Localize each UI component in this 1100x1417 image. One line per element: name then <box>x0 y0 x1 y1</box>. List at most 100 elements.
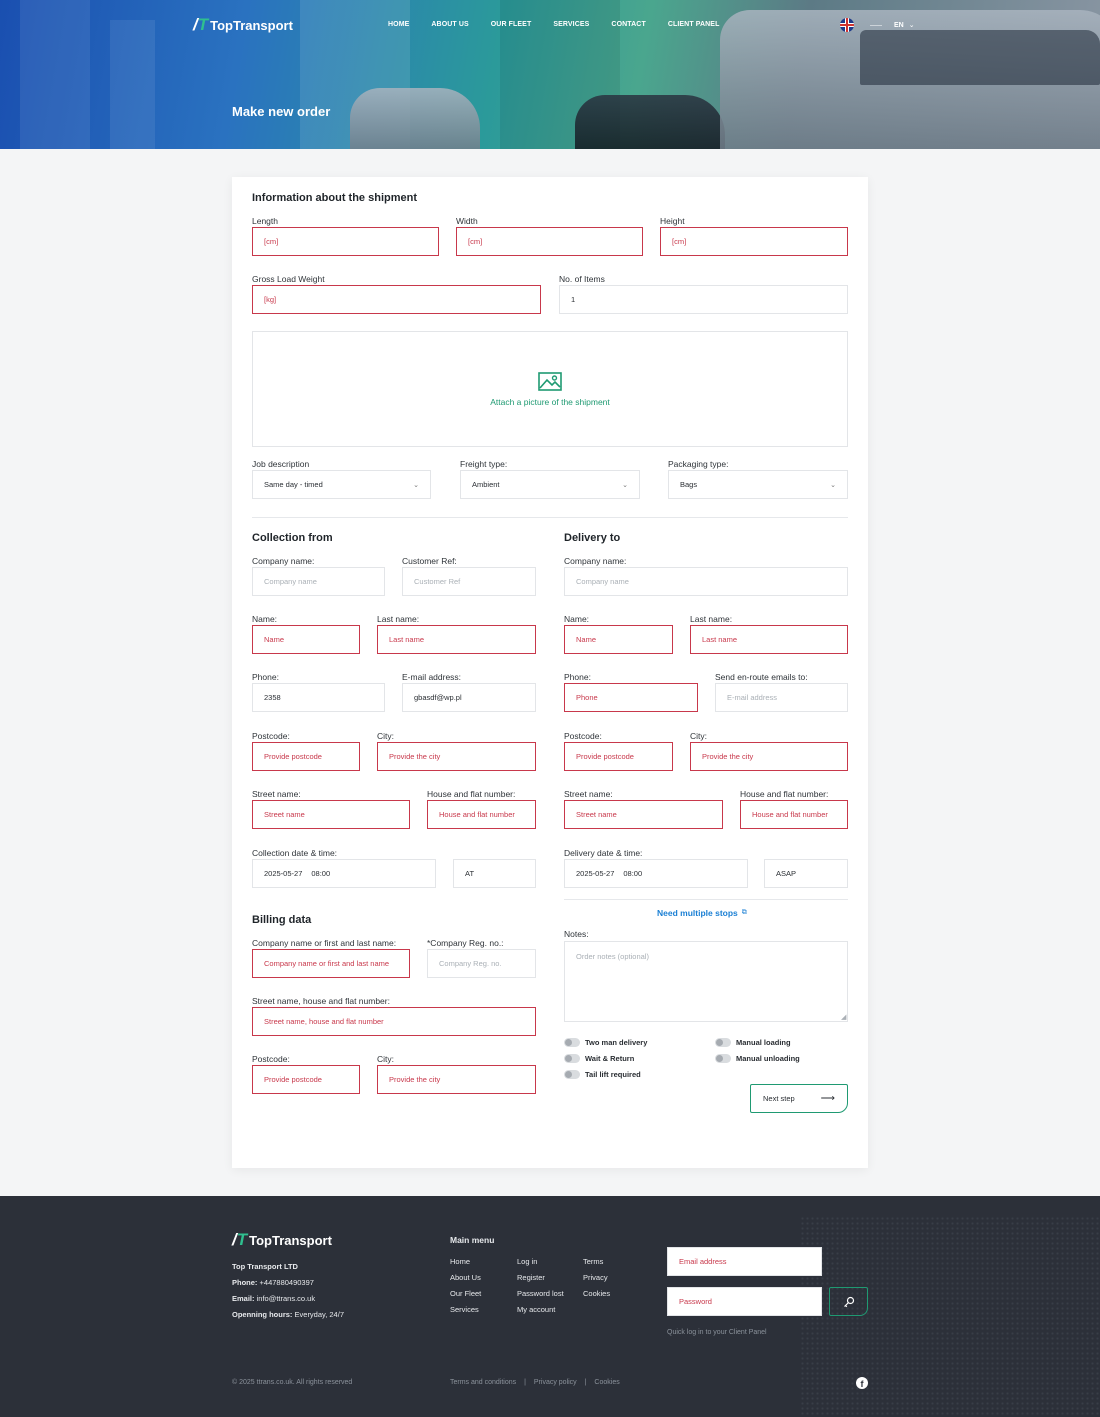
collection-city-input[interactable]: Provide the city <box>377 742 536 771</box>
toggle-switch <box>564 1054 580 1063</box>
logo-mark: /T <box>232 1230 248 1249</box>
footer-link-fleet[interactable]: Our Fleet <box>450 1289 481 1298</box>
height-input[interactable]: [cm] <box>660 227 848 256</box>
attach-picture-dropzone[interactable]: Attach a picture of the shipment <box>252 331 848 447</box>
lang-code: EN <box>894 21 904 29</box>
logo-mark: /T <box>193 15 209 34</box>
header-logo[interactable]: /T TopTransport <box>193 15 293 35</box>
billing-company-input[interactable]: Company name or first and last name <box>252 949 410 978</box>
collection-name-label: Name: <box>252 614 278 624</box>
footer-link-about[interactable]: About Us <box>450 1273 481 1282</box>
footer-hours: Openning hours: Everyday, 24/7 <box>232 1310 344 1319</box>
hero-vehicle <box>575 95 725 149</box>
footer-logo[interactable]: /T TopTransport <box>232 1230 332 1250</box>
delivery-street-input[interactable]: Street name <box>564 800 723 829</box>
delivery-postcode-input[interactable]: Provide postcode <box>564 742 673 771</box>
footer-link-terms[interactable]: Terms <box>583 1257 603 1266</box>
nav-about-us[interactable]: ABOUT US <box>431 21 468 28</box>
toggle-manual-unloading[interactable]: Manual unloading <box>715 1054 800 1063</box>
multiple-stops-link[interactable]: Need multiple stops ⧉ <box>657 908 747 918</box>
next-step-button[interactable]: Next step ⟶ <box>750 1084 848 1113</box>
delivery-lastname-input[interactable]: Last name <box>690 625 848 654</box>
collection-datetime-input[interactable]: 2025-05-27 08:00 <box>252 859 436 888</box>
packaging-select-value: Bags <box>680 480 698 489</box>
footer-login-button[interactable] <box>829 1287 868 1316</box>
bottom-link-privacy[interactable]: Privacy policy <box>534 1379 577 1386</box>
toggle-manual-loading[interactable]: Manual loading <box>715 1038 791 1047</box>
collection-phone-label: Phone: <box>252 672 279 682</box>
collection-postcode-input[interactable]: Provide postcode <box>252 742 360 771</box>
delivery-phone-input[interactable]: Phone <box>564 683 698 712</box>
collection-house-input[interactable]: House and flat number <box>427 800 536 829</box>
footer-link-my-account[interactable]: My account <box>517 1305 555 1314</box>
footer-link-password-lost[interactable]: Password lost <box>517 1289 564 1298</box>
collection-phone-input[interactable]: 2358 <box>252 683 385 712</box>
footer-link-register[interactable]: Register <box>517 1273 545 1282</box>
toggle-two-man-delivery[interactable]: Two man delivery <box>564 1038 647 1047</box>
facebook-icon[interactable]: f <box>856 1377 868 1389</box>
billing-reg-input[interactable]: Company Reg. no. <box>427 949 536 978</box>
language-selector[interactable]: EN ⌄ <box>840 18 915 32</box>
collection-email-label: E-mail address: <box>402 672 462 682</box>
delivery-city-label: City: <box>690 731 707 741</box>
delivery-name-input[interactable]: Name <box>564 625 673 654</box>
items-input[interactable]: 1 <box>559 285 848 314</box>
footer-phone-value[interactable]: +447880490397 <box>260 1278 314 1287</box>
enroute-emails-input[interactable]: E-mail address <box>715 683 848 712</box>
job-select[interactable]: Same day - timed ⌄ <box>252 470 431 499</box>
footer-phone: Phone: +447880490397 <box>232 1278 314 1287</box>
collection-lastname-label: Last name: <box>377 614 420 624</box>
footer-link-home[interactable]: Home <box>450 1257 470 1266</box>
nav-contact[interactable]: CONTACT <box>611 21 645 28</box>
nav-our-fleet[interactable]: OUR FLEET <box>491 21 532 28</box>
collection-street-input[interactable]: Street name <box>252 800 410 829</box>
delivery-company-input[interactable]: Company name <box>564 567 848 596</box>
customer-ref-input[interactable]: Customer Ref <box>402 567 536 596</box>
footer-email-input[interactable]: Email address <box>667 1247 822 1276</box>
packaging-select[interactable]: Bags ⌄ <box>668 470 848 499</box>
collection-datetime-label: Collection date & time: <box>252 848 338 858</box>
footer-email-value[interactable]: info@ttrans.co.uk <box>257 1294 315 1303</box>
footer-password-input[interactable]: Password <box>667 1287 822 1316</box>
footer-email: Email: info@ttrans.co.uk <box>232 1294 315 1303</box>
collection-lastname-input[interactable]: Last name <box>377 625 536 654</box>
length-label: Length <box>252 216 278 226</box>
multiple-stops-label: Need multiple stops <box>657 908 738 918</box>
link-separator: | <box>584 1379 587 1386</box>
collection-email-input[interactable]: gbasdf@wp.pl <box>402 683 536 712</box>
billing-street-input[interactable]: Street name, house and flat number <box>252 1007 536 1036</box>
collection-company-input[interactable]: Company name <box>252 567 385 596</box>
weight-input[interactable]: [kg] <box>252 285 541 314</box>
footer-link-services[interactable]: Services <box>450 1305 479 1314</box>
nav-client-panel[interactable]: CLIENT PANEL <box>668 21 720 28</box>
delivery-time-mode[interactable]: ASAP <box>764 859 848 888</box>
billing-city-input[interactable]: Provide the city <box>377 1065 536 1094</box>
footer-menu-title: Main menu <box>450 1235 495 1245</box>
bottom-link-cookies[interactable]: Cookies <box>594 1379 619 1386</box>
chevron-down-icon: ⌄ <box>413 481 419 489</box>
footer-link-login[interactable]: Log in <box>517 1257 537 1266</box>
footer-link-privacy[interactable]: Privacy <box>583 1273 608 1282</box>
delivery-name-label: Name: <box>564 614 590 624</box>
bottom-link-terms[interactable]: Terms and conditions <box>450 1379 516 1386</box>
notes-textarea[interactable]: Order notes (optional) <box>564 941 848 1022</box>
nav-services[interactable]: SERVICES <box>553 21 589 28</box>
billing-heading: Billing data <box>252 914 312 926</box>
height-label: Height <box>660 216 685 226</box>
nav-home[interactable]: HOME <box>388 21 409 28</box>
billing-street-label: Street name, house and flat number: <box>252 996 390 1006</box>
toggle-tail-lift[interactable]: Tail lift required <box>564 1070 641 1079</box>
toggle-wait-return[interactable]: Wait & Return <box>564 1054 634 1063</box>
delivery-datetime-input[interactable]: 2025-05-27 08:00 <box>564 859 748 888</box>
collection-name-input[interactable]: Name <box>252 625 360 654</box>
collection-time-mode[interactable]: AT <box>453 859 536 888</box>
footer-link-cookies[interactable]: Cookies <box>583 1289 610 1298</box>
billing-postcode-input[interactable]: Provide postcode <box>252 1065 360 1094</box>
delivery-city-input[interactable]: Provide the city <box>690 742 848 771</box>
delivery-house-input[interactable]: House and flat number <box>740 800 848 829</box>
resize-handle-icon[interactable]: ◢ <box>841 1013 846 1021</box>
length-input[interactable]: [cm] <box>252 227 439 256</box>
link-separator: | <box>524 1379 526 1386</box>
width-input[interactable]: [cm] <box>456 227 643 256</box>
freight-select[interactable]: Ambient ⌄ <box>460 470 640 499</box>
